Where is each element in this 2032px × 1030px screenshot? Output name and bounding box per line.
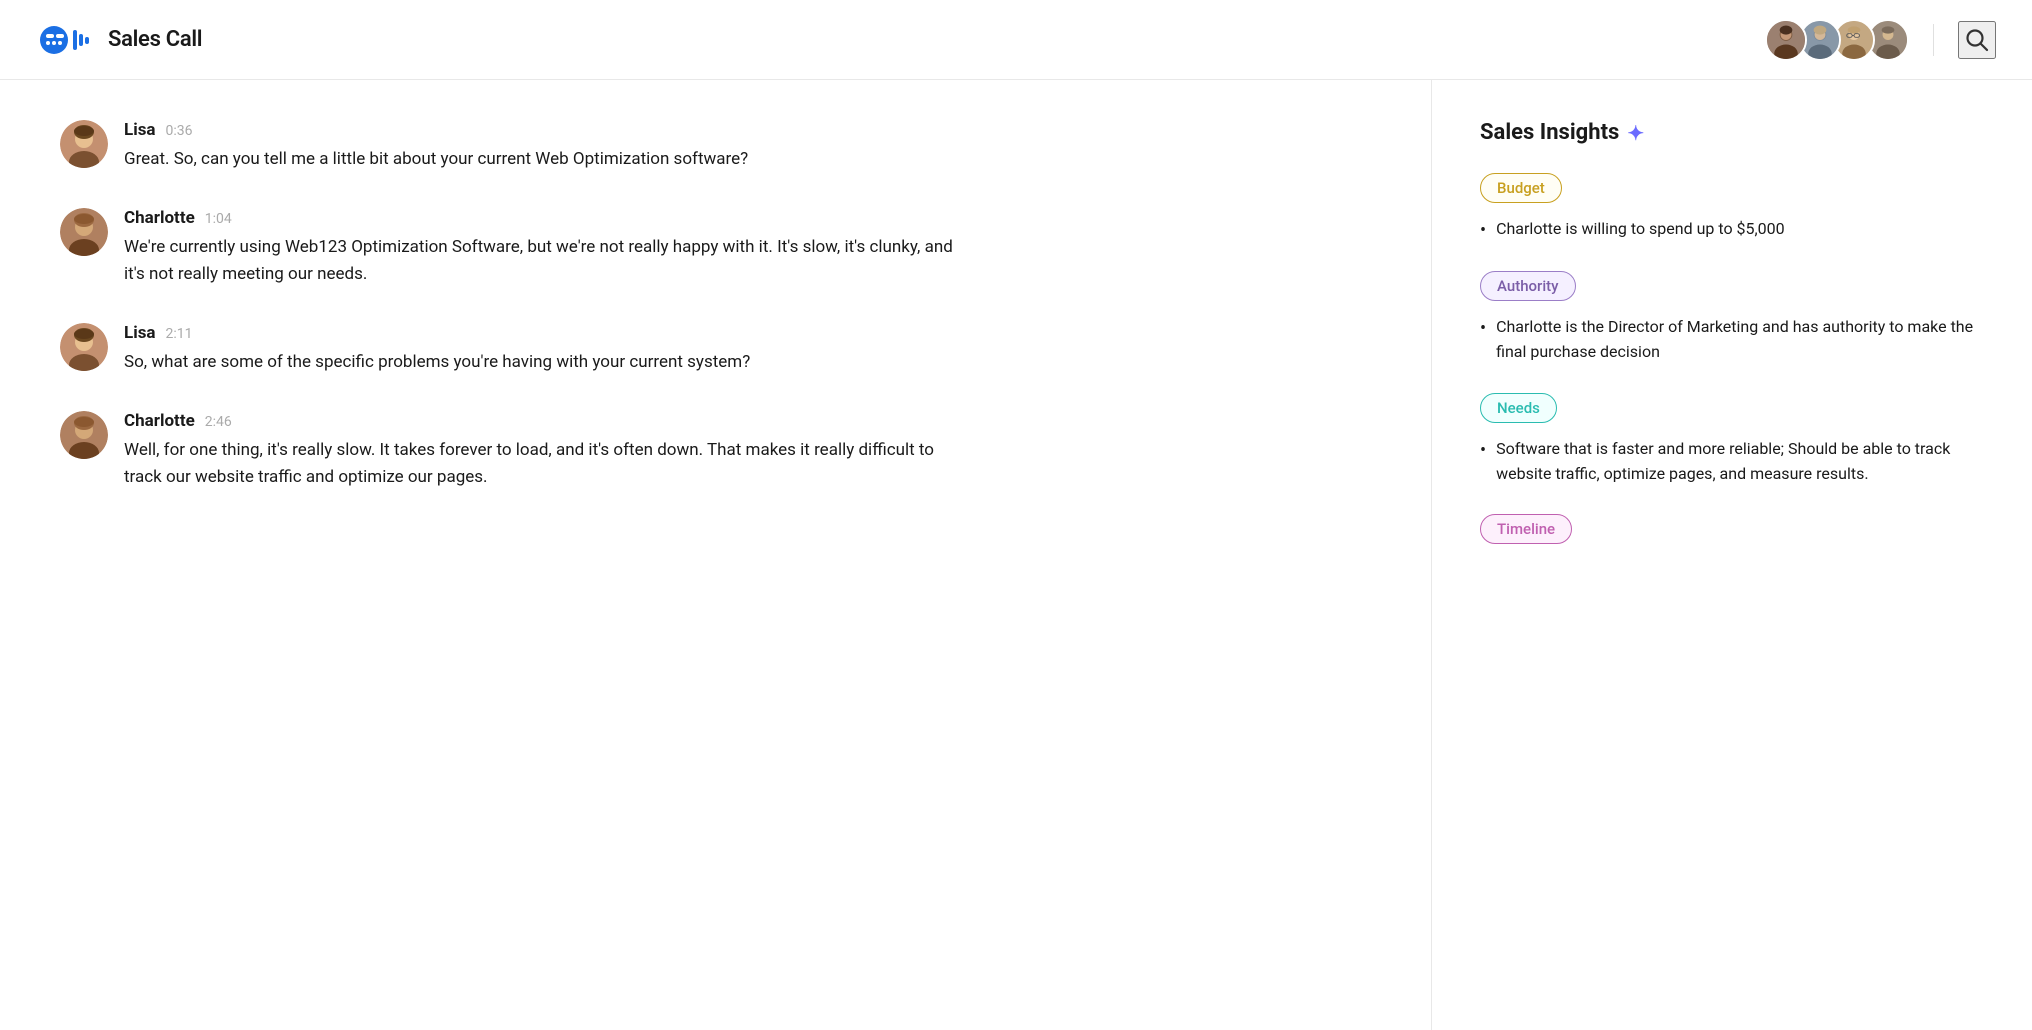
msg-header-3: Lisa 2:11 [124,323,1371,343]
msg-speaker-1: Lisa [124,120,156,140]
insight-text-needs-1: Software that is faster and more reliabl… [1496,437,1984,487]
message-content-4: Charlotte 2:46 Well, for one thing, it's… [124,411,1371,490]
msg-speaker-3: Lisa [124,323,156,343]
insight-section-authority: Authority • Charlotte is the Director of… [1480,271,1984,365]
message-content-2: Charlotte 1:04 We're currently using Web… [124,208,1371,287]
badge-needs: Needs [1480,393,1557,423]
insight-item-authority-1: • Charlotte is the Director of Marketing… [1480,315,1984,365]
avatar-lisa-2 [60,323,108,371]
header-left: Sales Call [36,22,202,58]
msg-text-3: So, what are some of the specific proble… [124,349,964,375]
bullet-needs-1: • [1480,438,1486,463]
badge-timeline: Timeline [1480,514,1572,544]
message-group-3: Lisa 2:11 So, what are some of the speci… [60,323,1371,375]
avatar-charlotte-1 [60,208,108,256]
msg-time-2: 1:04 [205,211,232,227]
msg-header-2: Charlotte 1:04 [124,208,1371,228]
message-group: Lisa 0:36 Great. So, can you tell me a l… [60,120,1371,172]
insights-panel: Sales Insights ✦ Budget • Charlotte is w… [1432,80,2032,1030]
insight-item-needs-1: • Software that is faster and more relia… [1480,437,1984,487]
msg-text-1: Great. So, can you tell me a little bit … [124,146,964,172]
message-group-2: Charlotte 1:04 We're currently using Web… [60,208,1371,287]
insight-text-authority-1: Charlotte is the Director of Marketing a… [1496,315,1984,365]
insight-section-needs: Needs • Software that is faster and more… [1480,393,1984,487]
header: Sales Call [0,0,2032,80]
bullet-authority-1: • [1480,316,1486,341]
msg-time-1: 0:36 [166,123,193,139]
search-icon [1964,27,1990,53]
message-group-4: Charlotte 2:46 Well, for one thing, it's… [60,411,1371,490]
msg-speaker-4: Charlotte [124,411,195,431]
insights-title: Sales Insights ✦ [1480,120,1984,145]
bullet-budget-1: • [1480,218,1486,243]
insight-item-budget-1: • Charlotte is willing to spend up to $5… [1480,217,1984,243]
msg-text-4: Well, for one thing, it's really slow. I… [124,437,964,490]
msg-time-3: 2:11 [166,326,193,342]
msg-time-4: 2:46 [205,414,232,430]
avatar-charlotte-2 [60,411,108,459]
otter-logo-icon [36,22,92,58]
message-content-3: Lisa 2:11 So, what are some of the speci… [124,323,1371,375]
insight-text-budget-1: Charlotte is willing to spend up to $5,0… [1496,217,1785,242]
logo [36,22,92,58]
sparkle-icon: ✦ [1627,121,1644,145]
participant-avatars [1765,19,1909,61]
header-divider [1933,24,1934,56]
msg-text-2: We're currently using Web123 Optimizatio… [124,234,964,287]
msg-header-4: Charlotte 2:46 [124,411,1371,431]
message-content-1: Lisa 0:36 Great. So, can you tell me a l… [124,120,1371,172]
insight-section-budget: Budget • Charlotte is willing to spend u… [1480,173,1984,243]
search-button[interactable] [1958,21,1996,59]
insights-title-text: Sales Insights [1480,120,1619,145]
header-right [1765,19,1996,61]
page-title: Sales Call [108,27,202,52]
badge-budget: Budget [1480,173,1562,203]
avatar-1 [1765,19,1807,61]
main-layout: Lisa 0:36 Great. So, can you tell me a l… [0,80,2032,1030]
msg-speaker-2: Charlotte [124,208,195,228]
chat-panel: Lisa 0:36 Great. So, can you tell me a l… [0,80,1432,1030]
avatar-lisa-1 [60,120,108,168]
badge-authority: Authority [1480,271,1576,301]
msg-header-1: Lisa 0:36 [124,120,1371,140]
insight-section-timeline: Timeline [1480,514,1984,558]
